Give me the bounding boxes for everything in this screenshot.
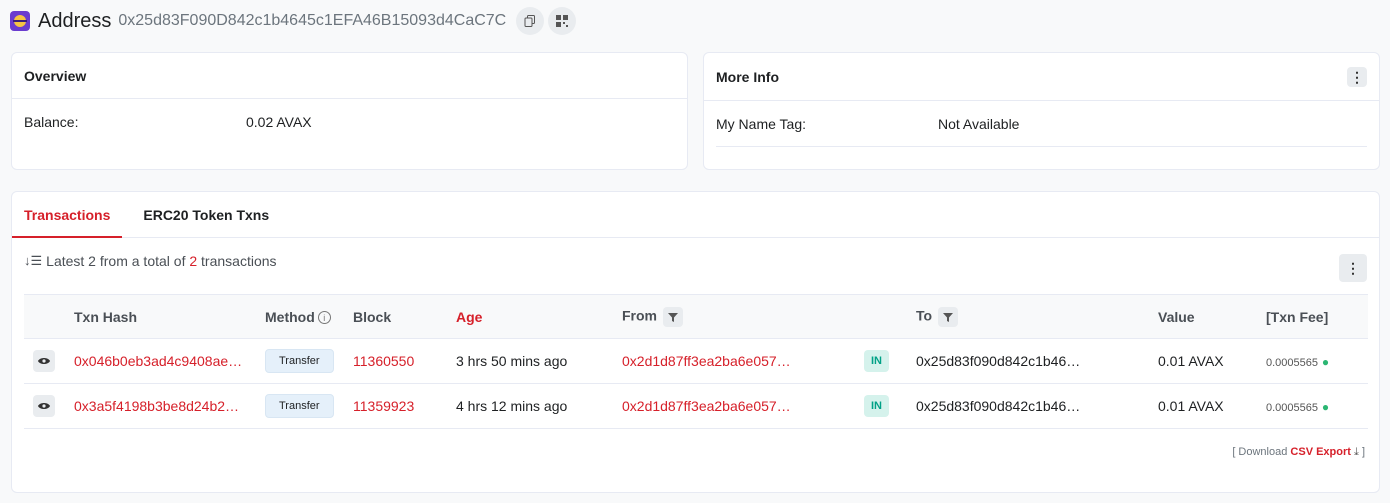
from-address-link[interactable]: 0x2d1d87ff3ea2ba6e057… <box>622 339 864 384</box>
table-row: 0x3a5f4198b3be8d24b2… Transfer 11359923 … <box>24 384 1368 429</box>
tab-erc20-token-txns[interactable]: ERC20 Token Txns <box>143 192 269 237</box>
eye-icon[interactable] <box>33 350 55 372</box>
col-to: To <box>916 295 1158 339</box>
value-text: 0.01 AVAX <box>1158 353 1224 369</box>
avalanche-logo-icon <box>10 11 30 31</box>
col-age[interactable]: Age <box>456 295 622 339</box>
more-options-icon[interactable]: ⋮ <box>1347 66 1367 87</box>
csv-export-bar: [ Download CSV Export ⤓ ] <box>1232 446 1365 459</box>
gas-bulb-icon: ● <box>1321 355 1330 369</box>
more-info-card: More Info ⋮ My Name Tag: Not Available <box>703 52 1380 170</box>
overview-title: Overview <box>12 53 687 99</box>
balance-value: 0.02 AVAX <box>246 114 312 130</box>
col-from: From <box>622 295 864 339</box>
summary-prefix: Latest 2 from a total of <box>46 253 186 269</box>
summary-suffix: transactions <box>201 253 277 269</box>
qr-code-icon[interactable] <box>548 7 577 35</box>
filter-icon[interactable] <box>663 306 683 327</box>
value-text: 0.01 AVAX <box>1158 398 1224 414</box>
balance-row: Balance: 0.02 AVAX <box>12 99 687 145</box>
age-text: 4 hrs 12 mins ago <box>456 398 568 414</box>
method-badge: Transfer <box>265 394 334 418</box>
age-text: 3 hrs 50 mins ago <box>456 353 568 369</box>
direction-badge: IN <box>864 395 889 417</box>
name-tag-row: My Name Tag: Not Available <box>716 101 1367 147</box>
csv-export-link[interactable]: CSV Export <box>1290 446 1351 458</box>
txn-fee-text: 0.0005565 <box>1266 357 1318 369</box>
from-address-link[interactable]: 0x2d1d87ff3ea2ba6e057… <box>622 384 864 429</box>
page-header: Address 0x25d83F090D842c1b4645c1EFA46B15… <box>10 7 580 35</box>
overview-card: Overview Balance: 0.02 AVAX <box>11 52 688 170</box>
summary-count: 2 <box>189 253 198 269</box>
copy-icon[interactable] <box>516 7 545 35</box>
filter-icon[interactable] <box>938 306 959 327</box>
balance-label: Balance: <box>24 114 79 130</box>
txn-hash-link[interactable]: 0x3a5f4198b3be8d24b2… <box>74 384 265 429</box>
more-info-title: More Info <box>716 68 779 85</box>
direction-badge: IN <box>864 350 889 372</box>
to-address-text: 0x25d83f090d842c1b46… <box>916 353 1081 369</box>
export-open: [ Download <box>1232 446 1288 458</box>
transactions-card: Transactions ERC20 Token Txns ↓☰ Latest … <box>11 191 1380 493</box>
col-method: Method i <box>265 295 353 339</box>
more-info-header: More Info ⋮ <box>704 53 1379 101</box>
sort-desc-icon: ↓☰ <box>24 253 43 268</box>
table-options-icon[interactable]: ⋮ <box>1339 254 1367 282</box>
page-title: Address <box>38 9 112 32</box>
table-row: 0x046b0eb3ad4c9408ae… Transfer 11360550 … <box>24 339 1368 384</box>
name-tag-value: Not Available <box>938 115 1020 132</box>
summary-bar: ↓☰ Latest 2 from a total of 2 transactio… <box>12 238 1379 294</box>
txn-fee-text: 0.0005565 <box>1266 402 1318 414</box>
tab-bar: Transactions ERC20 Token Txns <box>11 192 1379 238</box>
transactions-table: Txn Hash Method i Block Age From To Value… <box>24 294 1368 429</box>
eye-icon[interactable] <box>33 395 55 417</box>
to-address-text: 0x25d83f090d842c1b46… <box>916 398 1081 414</box>
block-link[interactable]: 11359923 <box>353 384 456 429</box>
block-link[interactable]: 11360550 <box>353 339 456 384</box>
address-text: 0x25d83F090D842c1b4645c1EFA46B15093d4CaC… <box>118 12 507 29</box>
table-header-row: Txn Hash Method i Block Age From To Value… <box>24 294 1368 339</box>
tab-transactions[interactable]: Transactions <box>11 192 123 238</box>
col-txn-fee[interactable]: [Txn Fee] <box>1266 295 1368 339</box>
col-value: Value <box>1158 308 1195 325</box>
gas-bulb-icon: ● <box>1321 400 1330 414</box>
method-badge: Transfer <box>265 349 334 373</box>
txn-hash-link[interactable]: 0x046b0eb3ad4c9408ae… <box>74 339 265 384</box>
summary-text: ↓☰ Latest 2 from a total of 2 transactio… <box>24 253 277 269</box>
info-icon[interactable]: i <box>317 311 331 325</box>
name-tag-label: My Name Tag: <box>716 115 806 132</box>
download-icon[interactable]: ⤓ <box>1354 446 1359 458</box>
col-block: Block <box>353 308 392 325</box>
export-close: ] <box>1361 446 1365 458</box>
col-txn-hash: Txn Hash <box>74 308 138 325</box>
